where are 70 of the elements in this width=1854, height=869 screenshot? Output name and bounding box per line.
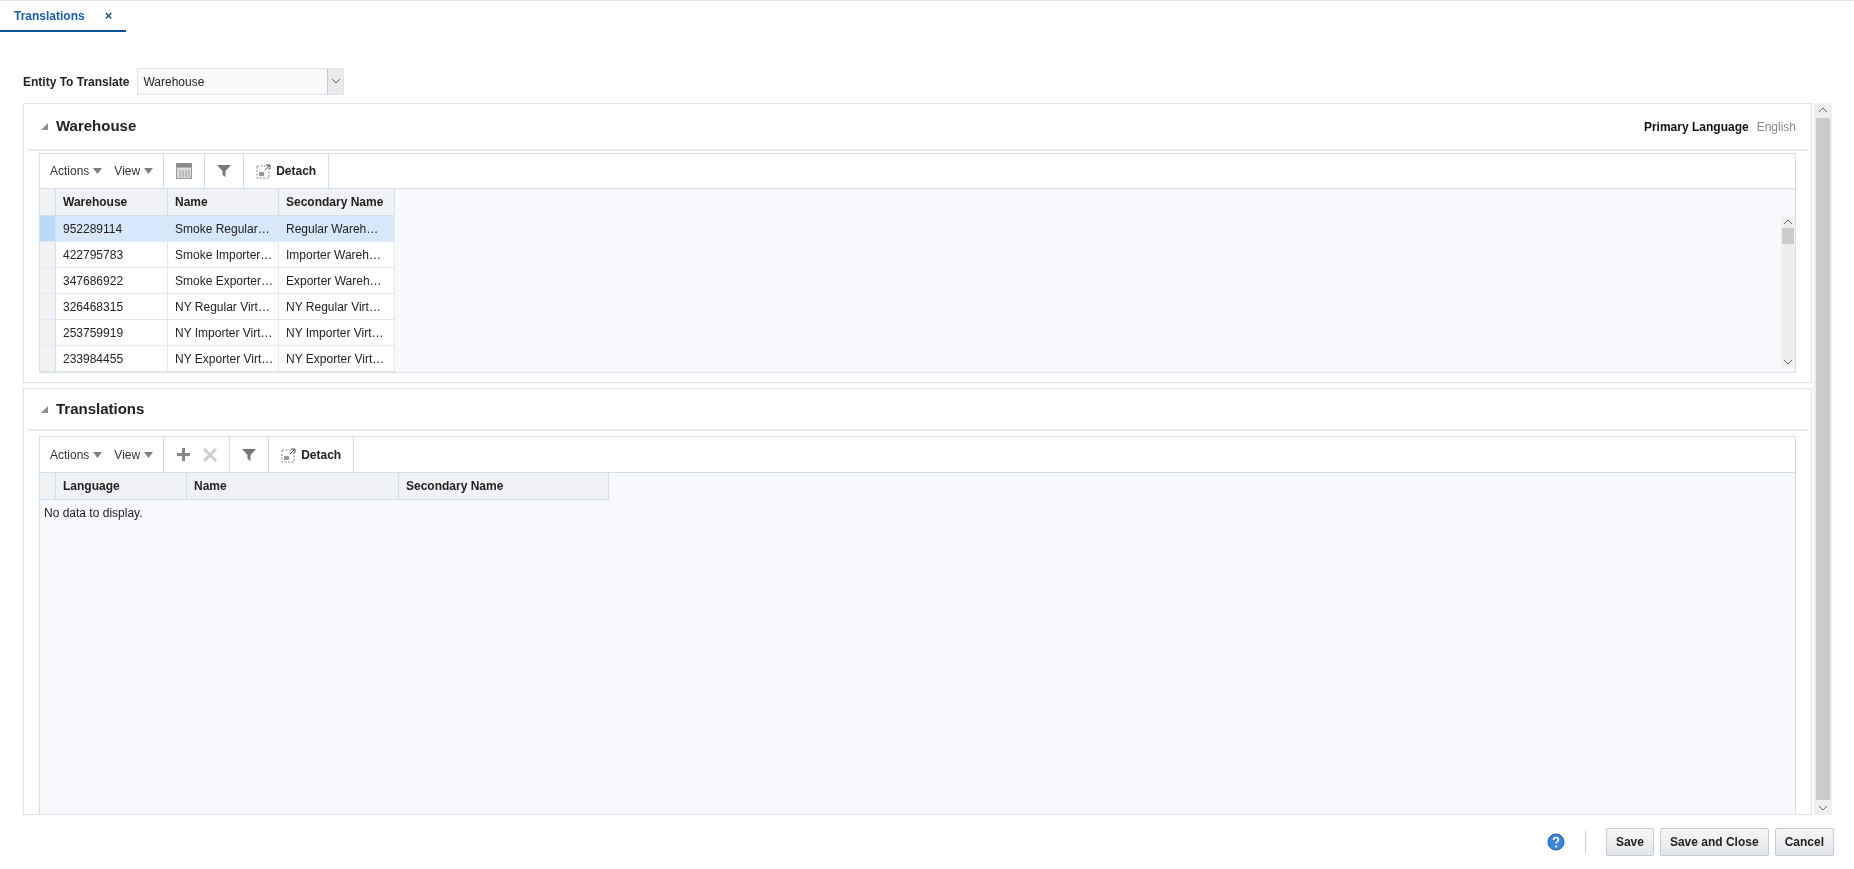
close-button[interactable]: ×: [104, 5, 113, 26]
view-menu[interactable]: View: [114, 445, 154, 464]
table-cell: 233984455: [56, 346, 168, 371]
page-tab[interactable]: Translations ×: [0, 1, 127, 32]
spreadsheet-icon[interactable]: [176, 163, 193, 179]
table-cell: NY Importer Virt…: [279, 320, 395, 345]
collapse-icon[interactable]: [41, 405, 48, 413]
view-menu[interactable]: View: [114, 162, 154, 180]
field-label: Entity To Translate: [23, 73, 130, 91]
caret-icon: [93, 451, 103, 458]
table-cell: Smoke Regular…: [168, 216, 279, 241]
scroll-down-icon[interactable]: [1819, 806, 1827, 811]
add-icon[interactable]: [176, 447, 192, 462]
column-header[interactable]: Name: [168, 189, 279, 215]
panel-title: Warehouse: [56, 116, 137, 137]
table-row[interactable]: 347686922 Smoke Exporter… Exporter Wareh…: [40, 268, 395, 294]
column-header[interactable]: Warehouse: [56, 189, 168, 215]
entity-select[interactable]: Warehouse: [137, 68, 345, 95]
table-cell: Smoke Importer…: [168, 242, 279, 267]
table-cell: 952289114: [56, 216, 168, 241]
detach-button[interactable]: Detach: [269, 445, 354, 464]
table-row[interactable]: 233984455 NY Exporter Virt… NY Exporter Virt…: [40, 346, 395, 372]
table-cell: 347686922: [56, 268, 168, 293]
table-row[interactable]: 326468315 NY Regular Virt… NY Regular Virt…: [40, 294, 395, 320]
scroll-up-icon[interactable]: [1784, 219, 1792, 224]
table-cell: NY Regular Virt…: [279, 294, 395, 319]
help-icon[interactable]: [1546, 833, 1565, 851]
caret-icon: [144, 451, 154, 458]
table-cell: Smoke Exporter…: [168, 268, 279, 293]
table-cell: Exporter Wareh…: [279, 268, 395, 293]
column-header[interactable]: Language: [56, 473, 187, 499]
table-row[interactable]: 422795783 Smoke Importer… Importer Wareh…: [40, 242, 395, 268]
table-cell: Regular Wareh…: [279, 216, 395, 241]
table-cell: Importer Wareh…: [279, 242, 395, 267]
page-scrollbar[interactable]: [1814, 103, 1832, 815]
detach-button[interactable]: Detach: [244, 162, 329, 180]
table-cell: NY Importer Virt…: [168, 320, 279, 345]
dropdown-icon: [331, 79, 340, 84]
table-cell: NY Exporter Virt…: [279, 346, 395, 371]
column-header[interactable]: Secondary Name: [279, 189, 395, 215]
scrollbar[interactable]: [1781, 217, 1795, 367]
panel-title: Translations: [56, 398, 145, 419]
filter-icon[interactable]: [242, 447, 257, 462]
scroll-down-icon[interactable]: [1784, 360, 1792, 365]
actions-menu[interactable]: Actions: [50, 445, 103, 464]
empty-message: No data to display.: [43, 505, 144, 522]
filter-icon[interactable]: [217, 164, 232, 178]
detach-icon: [281, 446, 298, 463]
column-header[interactable]: Secondary Name: [399, 473, 609, 499]
table-cell: 326468315: [56, 294, 168, 319]
table-row[interactable]: 253759919 NY Importer Virt… NY Importer Virt…: [40, 320, 395, 346]
table-cell: NY Exporter Virt…: [168, 346, 279, 371]
scroll-thumb[interactable]: [1816, 118, 1830, 800]
scroll-thumb[interactable]: [1782, 228, 1794, 244]
caret-icon: [144, 168, 154, 174]
field-label: Primary Language: [1643, 118, 1749, 136]
table-cell: NY Regular Virt…: [168, 294, 279, 319]
field-value: English: [1756, 118, 1796, 136]
caret-icon: [93, 168, 103, 174]
scroll-up-icon[interactable]: [1819, 107, 1827, 112]
column-header[interactable]: Name: [187, 473, 399, 499]
actions-menu[interactable]: Actions: [50, 162, 103, 180]
detach-icon: [256, 163, 273, 179]
table-cell: 422795783: [56, 242, 168, 267]
collapse-icon[interactable]: [41, 123, 48, 130]
table-row[interactable]: 952289114 Smoke Regular… Regular Wareh…: [40, 216, 395, 242]
table-cell: 253759919: [56, 320, 168, 345]
footer-button[interactable]: Cancel: [1774, 828, 1834, 856]
footer-button[interactable]: Save and Close: [1659, 828, 1769, 856]
footer-button[interactable]: Save: [1605, 828, 1654, 856]
